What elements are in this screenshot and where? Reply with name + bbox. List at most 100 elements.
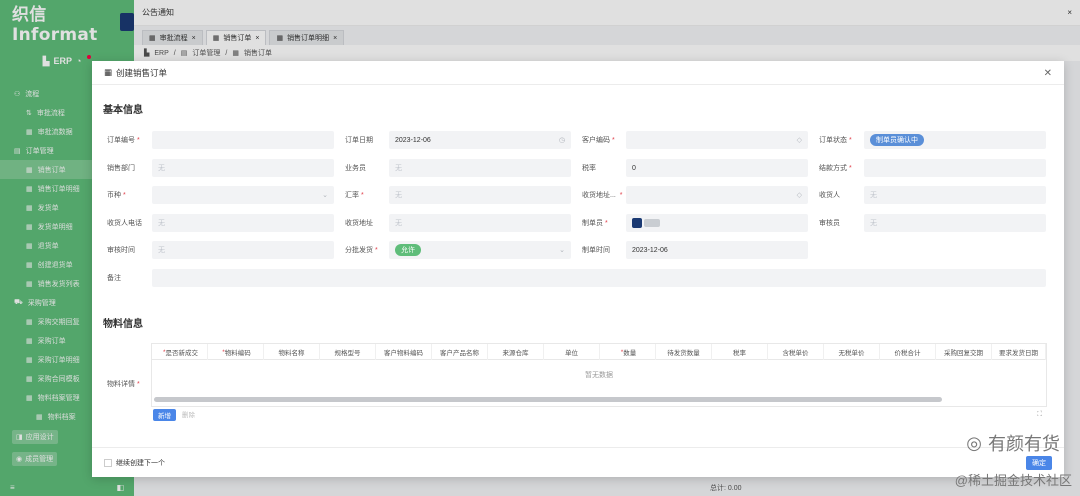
placeholder-text: 无 <box>158 220 165 227</box>
batch-ship-select[interactable]: 允许 ⌄ <box>389 241 571 259</box>
dialog-title: 创建销售订单 <box>116 67 168 78</box>
watermark-2: @稀土掘金技术社区 <box>954 473 1072 488</box>
th-price-no-tax[interactable]: 无税单价 <box>824 344 880 360</box>
th-material-name[interactable]: 物料名称 <box>264 344 320 360</box>
reviewer-input[interactable]: 无 <box>864 214 1046 232</box>
settle-method-label: 结款方式 * <box>819 163 852 173</box>
receiver-phone-label: 收货人电话 <box>107 220 142 227</box>
delete-row-button[interactable]: 删除 <box>182 409 195 419</box>
blurred-name <box>644 219 660 227</box>
order-date-value: 2023-12-06 <box>395 136 431 144</box>
currency-label: 币种 * <box>107 190 126 200</box>
maker-label: 制单员 * <box>582 218 608 228</box>
tax-rate-input[interactable]: 0 <box>626 159 808 177</box>
avatar <box>632 218 642 228</box>
form-row-6: 备注 <box>92 269 1064 287</box>
customer-code-input[interactable]: ◇ <box>626 131 808 149</box>
tax-rate-label: 税率 <box>582 165 596 172</box>
label-text: 订单编号 <box>107 137 135 144</box>
th-customer-material-code[interactable]: 客户物料编码 <box>376 344 432 360</box>
form-row-5: 审核时间 无 分批发货 * 允许 ⌄ 制单时间 2023-12-06 <box>92 241 1064 259</box>
th-is-new[interactable]: * 是否新成交 <box>152 344 208 360</box>
required-mark: * <box>123 192 126 199</box>
label-text: 客户编码 <box>582 137 610 144</box>
placeholder-text: 无 <box>870 192 877 199</box>
order-status-field[interactable]: 制单员确认中 <box>864 131 1046 149</box>
th-pending-qty[interactable]: 待发货数量 <box>656 344 712 360</box>
ship-address-input[interactable]: ◇ <box>626 186 808 204</box>
sales-dept-input[interactable]: 无 <box>152 159 334 177</box>
diamond-icon: ◇ <box>796 137 802 144</box>
add-row-button[interactable]: 新增 <box>153 409 176 421</box>
diamond-icon: ◇ <box>796 192 802 199</box>
label-text: 收货地址... <box>582 192 616 199</box>
make-time-input[interactable]: 2023-12-06 <box>626 241 808 259</box>
receiver-phone-input[interactable]: 无 <box>152 214 334 232</box>
order-no-label: 订单编号 * <box>107 135 140 145</box>
required-mark: * <box>849 137 852 144</box>
th-tax-rate[interactable]: 税率 <box>712 344 768 360</box>
th-material-code[interactable]: * 物料编码 <box>208 344 264 360</box>
placeholder-text: 无 <box>870 220 877 227</box>
required-mark: * <box>375 247 378 254</box>
th-total[interactable]: 价税合计 <box>880 344 936 360</box>
label-text: 物料详情 <box>107 381 135 388</box>
chevron-down-icon: ⌄ <box>322 192 328 199</box>
remark-input[interactable] <box>152 269 1046 287</box>
continue-create-checkbox[interactable]: 继续创建下一个 <box>104 458 165 468</box>
th-customer-product-name[interactable]: 客户产品名称 <box>432 344 488 360</box>
watermark-text: 有颜有货 <box>988 434 1060 454</box>
label-text: 汇率 <box>345 192 359 199</box>
batch-ship-label: 分批发货 * <box>345 245 378 255</box>
placeholder-text: 无 <box>395 192 402 199</box>
close-icon[interactable]: ✕ <box>1044 68 1052 79</box>
checkbox-box[interactable] <box>104 459 112 467</box>
th-unit[interactable]: 单位 <box>544 344 600 360</box>
dialog-header: ▦ 创建销售订单 ✕ <box>92 61 1064 85</box>
watermark: ◎ 有颜有货 <box>966 430 1060 456</box>
receiver-label: 收货人 <box>819 192 840 199</box>
placeholder-text: 无 <box>158 247 165 254</box>
review-time-label: 审核时间 <box>107 247 135 254</box>
order-no-input[interactable] <box>152 131 334 149</box>
receiver-input[interactable]: 无 <box>864 186 1046 204</box>
wechat-icon: ◎ <box>966 432 982 453</box>
exchange-rate-label: 汇率 * <box>345 190 364 200</box>
make-time-label: 制单时间 <box>582 247 610 254</box>
th-source-warehouse[interactable]: 来源仓库 <box>488 344 544 360</box>
order-date-input[interactable]: 2023-12-06 ◷ <box>389 131 571 149</box>
exchange-rate-input[interactable]: 无 <box>389 186 571 204</box>
recv-address-input[interactable]: 无 <box>389 214 571 232</box>
form-row-1: 订单编号 * 订单日期 2023-12-06 ◷ 客户编码 * ◇ 订单状态 * 制单员… <box>92 131 1064 149</box>
section-basic-info: 基本信息 <box>103 105 143 116</box>
currency-select[interactable]: ⌄ <box>152 186 334 204</box>
th-quantity[interactable]: * 数量 <box>600 344 656 360</box>
ship-address-label: 收货地址... * <box>582 190 623 200</box>
order-status-label: 订单状态 * <box>819 135 852 145</box>
required-mark: * <box>617 192 623 199</box>
required-mark: * <box>137 137 140 144</box>
empty-state: 暂无数据 <box>585 372 613 379</box>
required-mark: * <box>849 165 852 172</box>
th-price-with-tax[interactable]: 含税单价 <box>768 344 824 360</box>
th-label: 物料编码 <box>224 350 251 357</box>
maker-field[interactable] <box>626 214 808 232</box>
horizontal-scrollbar[interactable] <box>154 397 942 402</box>
create-sales-order-dialog: ▦ 创建销售订单 ✕ 基本信息 订单编号 * 订单日期 2023-12-06 ◷ 客… <box>92 61 1064 477</box>
th-label: 是否新成交 <box>165 350 199 357</box>
th-spec[interactable]: 规格型号 <box>320 344 376 360</box>
make-time-value: 2023-12-06 <box>632 246 668 254</box>
customer-code-label: 客户编码 * <box>582 135 615 145</box>
th-reply-date[interactable]: 采购回复交期 <box>936 344 992 360</box>
material-detail-label: 物料详情 * <box>107 379 140 389</box>
table-header-row: * 是否新成交 * 物料编码 物料名称 规格型号 客户物料编码 客户产品名称 来源仓… <box>152 344 1046 360</box>
salesman-input[interactable]: 无 <box>389 159 571 177</box>
th-required-date[interactable]: 要求发货日期 <box>992 344 1046 360</box>
review-time-input[interactable]: 无 <box>152 241 334 259</box>
fullscreen-icon[interactable]: ⛶ <box>1037 411 1042 419</box>
dialog-footer: 继续创建下一个 确定 <box>92 447 1064 477</box>
remark-label: 备注 <box>107 275 121 282</box>
th-label: 数量 <box>623 350 637 357</box>
settle-method-input[interactable] <box>864 159 1046 177</box>
confirm-button[interactable]: 确定 <box>1026 456 1052 470</box>
